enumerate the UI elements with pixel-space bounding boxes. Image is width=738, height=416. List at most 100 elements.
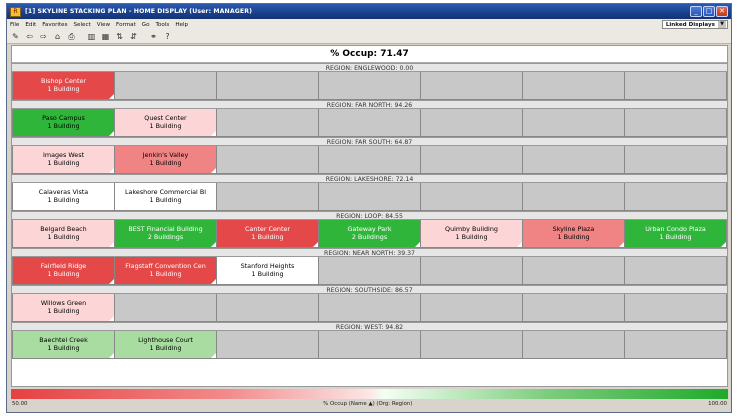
empty-tile — [421, 331, 523, 359]
bar-chart-icon[interactable]: ▥ — [86, 31, 97, 42]
building-count: 1 Building — [47, 122, 80, 130]
property-tile[interactable]: Bishop Center 1 Building — [12, 72, 115, 100]
region-block: REGION: LAKESHORE: 72.14 Calaveras Vista 1… — [12, 174, 727, 211]
empty-tile — [319, 72, 421, 100]
close-button[interactable]: ✕ — [716, 6, 728, 17]
property-tile[interactable]: Lakeshore Commercial Bl 1 Building — [115, 183, 217, 211]
toolbar-separator — [142, 31, 145, 42]
property-tile[interactable]: Lighthouse Court 1 Building — [115, 331, 217, 359]
chevron-down-icon[interactable]: ▼ — [718, 21, 726, 28]
maximize-button[interactable]: □ — [703, 6, 715, 17]
menu-view[interactable]: View — [97, 22, 110, 28]
property-name: BEST Financial Building — [128, 225, 203, 233]
building-count: 1 Building — [47, 344, 80, 352]
building-count: 1 Building — [455, 233, 488, 241]
region-block: REGION: WEST: 94.82 Baechtel Creek 1 Build… — [12, 322, 727, 359]
help-icon[interactable]: ? — [162, 31, 173, 42]
toolbar-separator — [80, 31, 83, 42]
empty-tile — [523, 257, 625, 285]
menu-format[interactable]: Format — [116, 22, 136, 28]
empty-tile — [421, 294, 523, 322]
application-window: R [1] SKYLINE STACKING PLAN - HOME DISPL… — [6, 3, 732, 413]
building-count: 1 Building — [47, 233, 80, 241]
empty-tile — [217, 331, 319, 359]
menu-help[interactable]: Help — [175, 22, 188, 28]
legend-caption: % Occup (Name ▲) (Org: Region) — [323, 401, 413, 407]
empty-tile — [625, 183, 727, 211]
property-tile[interactable]: Fairfield Ridge 1 Building — [12, 257, 115, 285]
home-icon[interactable]: ⌂ — [52, 31, 63, 42]
region-label[interactable]: REGION: FAR NORTH: 94.26 — [12, 100, 727, 109]
property-name: Paso Campus — [42, 114, 85, 122]
legend-min-value: 50.00 — [12, 401, 28, 407]
property-tile[interactable]: Canter Center 1 Building — [217, 220, 319, 248]
empty-tile — [319, 109, 421, 137]
property-tile[interactable]: Urban Condo Plaza 1 Building — [625, 220, 727, 248]
empty-tile — [523, 294, 625, 322]
region-row: Paso Campus 1 Building Quest Center 1 Build… — [12, 109, 727, 137]
empty-tile — [625, 294, 727, 322]
binoculars-icon[interactable]: ⚭ — [148, 31, 159, 42]
property-tile[interactable]: Flagstaff Convention Cen 1 Building — [115, 257, 217, 285]
property-tile[interactable]: Gateway Park 2 Buildings — [319, 220, 421, 248]
empty-tile — [319, 294, 421, 322]
region-row: Willows Green 1 Building — [12, 294, 727, 322]
sort-icon[interactable]: ⇅ — [114, 31, 125, 42]
menu-go[interactable]: Go — [142, 22, 150, 28]
region-label[interactable]: REGION: NEAR NORTH: 39.37 — [12, 248, 727, 257]
property-tile[interactable]: Belgard Beach 1 Building — [12, 220, 115, 248]
empty-tile — [319, 183, 421, 211]
property-tile[interactable]: Jenkin's Valley 1 Building — [115, 146, 217, 174]
property-name: Baechtel Creek — [39, 336, 88, 344]
property-tile[interactable]: Baechtel Creek 1 Building — [12, 331, 115, 359]
menu-file[interactable]: File — [10, 22, 19, 28]
building-count: 1 Building — [149, 122, 182, 130]
region-label[interactable]: REGION: ENGLEWOOD: 0.00 — [12, 63, 727, 72]
property-tile[interactable]: Images West 1 Building — [12, 146, 115, 174]
stacking-plan-grid: % Occup: 71.47 REGION: ENGLEWOOD: 0.00 Bi… — [11, 45, 728, 387]
region-label[interactable]: REGION: WEST: 94.82 — [12, 322, 727, 331]
linked-displays-dropdown[interactable]: Linked Displays ▼ — [661, 20, 728, 29]
property-tile[interactable]: Paso Campus 1 Building — [12, 109, 115, 137]
property-tile[interactable]: Quimby Building 1 Building — [421, 220, 523, 248]
grid-icon[interactable]: ▦ — [100, 31, 111, 42]
region-block: REGION: FAR SOUTH: 64.87 Images West 1 Bui… — [12, 137, 727, 174]
property-tile[interactable]: Skyline Plaza 1 Building — [523, 220, 625, 248]
property-name: Bishop Center — [40, 77, 87, 85]
region-block: REGION: FAR NORTH: 94.26 Paso Campus 1 Bui… — [12, 100, 727, 137]
property-tile[interactable]: Stanford Heights 1 Building — [217, 257, 319, 285]
minimize-button[interactable]: _ — [690, 6, 702, 17]
property-name: Stanford Heights — [240, 262, 295, 270]
region-label[interactable]: REGION: LOOP: 84.55 — [12, 211, 727, 220]
property-tile[interactable]: Calaveras Vista 1 Building — [12, 183, 115, 211]
back-arrow-icon[interactable]: ⇦ — [24, 31, 35, 42]
title-bar[interactable]: R [1] SKYLINE STACKING PLAN - HOME DISPL… — [7, 4, 731, 19]
empty-tile — [115, 294, 217, 322]
menu-select[interactable]: Select — [74, 22, 91, 28]
property-name: Lighthouse Court — [138, 336, 193, 344]
building-count: 1 Building — [149, 344, 182, 352]
property-name: Flagstaff Convention Cen — [125, 262, 206, 270]
region-label[interactable]: REGION: SOUTHSIDE: 86.57 — [12, 285, 727, 294]
pencil-icon[interactable]: ✎ — [10, 31, 21, 42]
print-icon[interactable]: ⎙ — [66, 31, 77, 42]
empty-tile — [217, 72, 319, 100]
region-block: REGION: ENGLEWOOD: 0.00 Bishop Center 1 Bu… — [12, 63, 727, 100]
building-count: 1 Building — [659, 233, 692, 241]
forward-arrow-icon[interactable]: ⇨ — [38, 31, 49, 42]
property-name: Images West — [42, 151, 85, 159]
region-label[interactable]: REGION: FAR SOUTH: 64.87 — [12, 137, 727, 146]
property-name: Belgard Beach — [40, 225, 87, 233]
window-title: [1] SKYLINE STACKING PLAN - HOME DISPLAY… — [25, 8, 253, 15]
region-block: REGION: LOOP: 84.55 Belgard Beach 1 Buildi… — [12, 211, 727, 248]
property-name: Gateway Park — [347, 225, 392, 233]
menu-edit[interactable]: Edit — [25, 22, 36, 28]
property-tile[interactable]: BEST Financial Building 2 Buildings — [115, 220, 217, 248]
menu-favorites[interactable]: Favorites — [42, 22, 67, 28]
property-tile[interactable]: Willows Green 1 Building — [12, 294, 115, 322]
property-name: Urban Condo Plaza — [645, 225, 706, 233]
region-label[interactable]: REGION: LAKESHORE: 72.14 — [12, 174, 727, 183]
menu-tools[interactable]: Tools — [156, 22, 170, 28]
sort-desc-icon[interactable]: ⇵ — [128, 31, 139, 42]
property-tile[interactable]: Quest Center 1 Building — [115, 109, 217, 137]
